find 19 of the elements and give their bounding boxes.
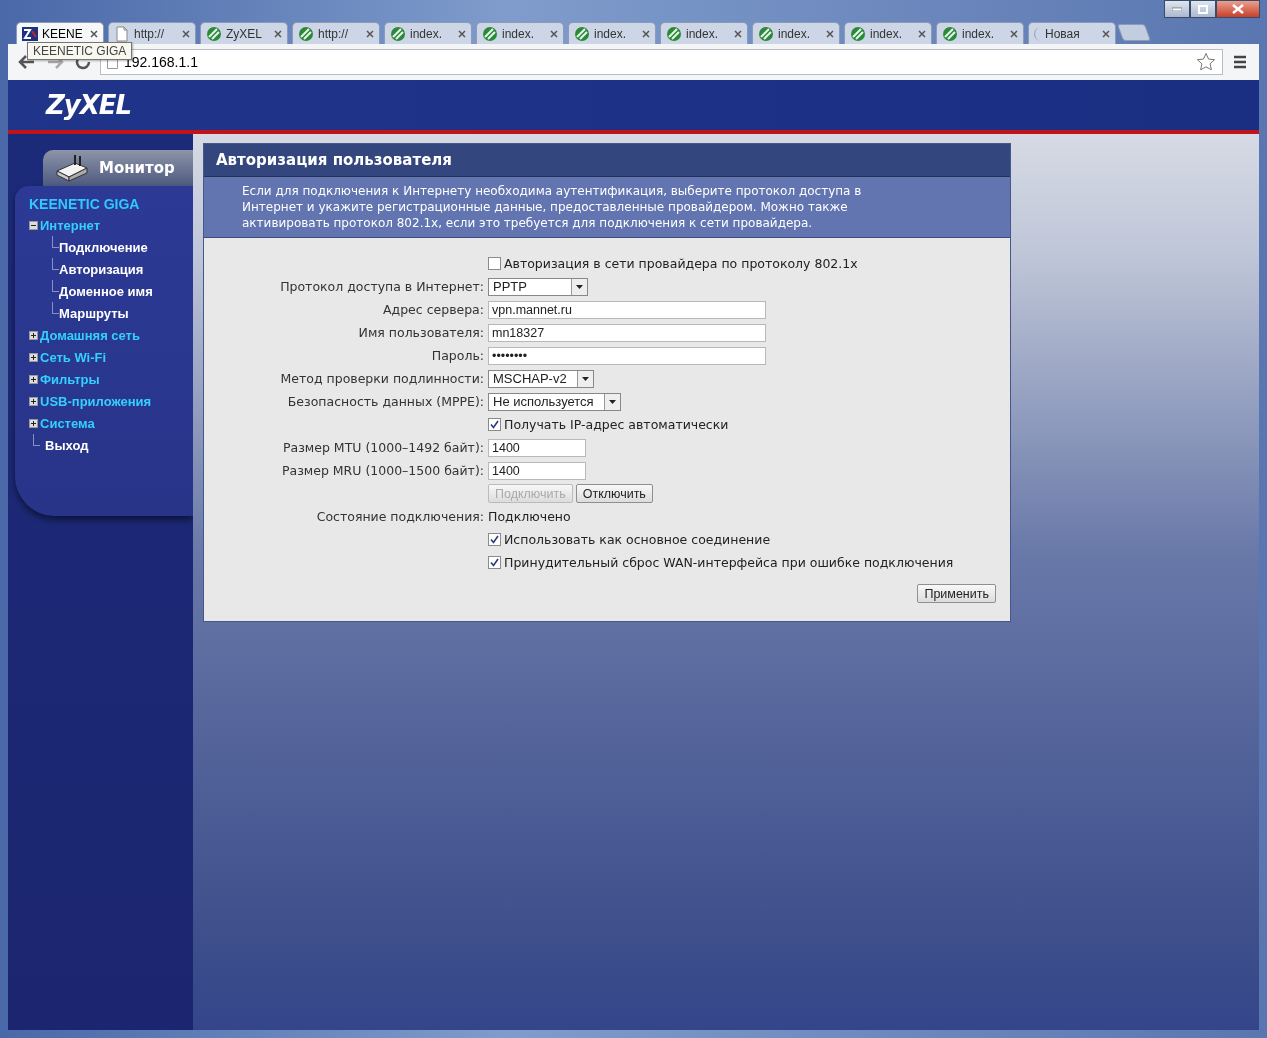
field-label: Размер MRU (1000–1500 байт):: [280, 462, 484, 480]
checkbox-label: Получать IP-адрес автоматически: [504, 417, 729, 432]
field-label: Метод проверки подлинности:: [279, 370, 484, 388]
field-label: Безопасность данных (MPPE):: [286, 393, 484, 411]
device-name: KEENETIC GIGA: [29, 196, 141, 212]
field-label: Состояние подключения:: [315, 508, 484, 526]
field-label: Размер MTU (1000–1492 байт):: [282, 439, 484, 457]
checkbox-label: Принудительный сброс WAN-интерфейса при ошибке подключения: [504, 555, 954, 570]
field-label: Имя пользователя:: [357, 324, 484, 342]
status-text: Подключено: [488, 508, 572, 526]
field-label: Протокол доступа в Интернет:: [279, 278, 484, 296]
field-label: Пароль:: [430, 347, 484, 365]
tooltip: KEENETIC GIGA: [27, 42, 133, 60]
checkbox-label: Использовать как основное соединение: [504, 532, 771, 547]
field-label: Адрес сервера:: [381, 301, 484, 319]
panel-title: Авторизация пользователя: [204, 144, 1010, 177]
panel-description: Если для подключения к Интернету необходима аутентификация, выберите протокол доступа в Интернет и укажите регистрационные данные, предоставленные провайдером. Можно также активировать протокол 802.1x, если это требуется для подключения к сети провайдера.: [204, 177, 1010, 238]
checkbox-label: Авторизация в сети провайдера по протоколу 802.1x: [504, 256, 858, 271]
logo: ZyXEL: [46, 90, 132, 120]
